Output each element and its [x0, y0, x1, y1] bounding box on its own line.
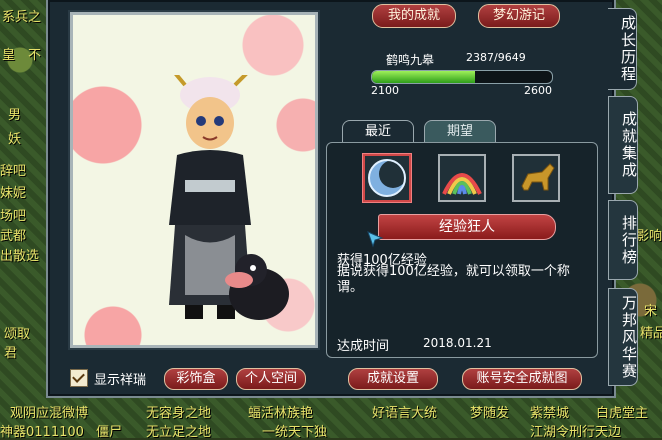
- side-tab-growth[interactable]: 成长历程: [608, 8, 637, 90]
- world-name-label: 男: [8, 108, 22, 123]
- world-chat-line: 白虎堂主: [596, 406, 649, 421]
- world-chat-line: 江湖令刑行天边: [530, 425, 622, 440]
- achievement-slot[interactable]: [438, 154, 486, 202]
- world-name-label: 皇 不: [2, 48, 42, 63]
- rainbow-icon: [442, 173, 482, 195]
- world-chat-line: 僵尸: [96, 425, 123, 440]
- progress-min: 2100: [371, 84, 399, 97]
- progress-value: 2387/9649: [466, 51, 526, 64]
- golden-horse-icon: [521, 163, 555, 191]
- world-name-label: 武都: [0, 229, 27, 244]
- world-chat-line: 蝠活林族艳: [248, 406, 314, 421]
- world-name-label: 宋: [644, 304, 658, 319]
- achievement-name-banner: 经验狂人: [378, 214, 556, 240]
- world-name-label: 颂取: [4, 327, 31, 342]
- achievement-slot[interactable]: [363, 154, 411, 202]
- moon-orb-icon: [368, 159, 407, 197]
- world-chat-line: 观阴应混微博: [10, 406, 89, 421]
- pointer-cursor-icon: [367, 231, 384, 248]
- tab-recent[interactable]: 最近: [342, 120, 414, 143]
- achievement-settings-button[interactable]: 成就设置: [348, 368, 438, 390]
- world-chat-line: 无立足之地: [146, 425, 212, 440]
- world-name-label: 妹妮: [0, 186, 27, 201]
- world-chat-line: 梦随发: [470, 406, 510, 421]
- fantasy-journey-button[interactable]: 梦幻游记: [478, 4, 560, 28]
- personal-space-button[interactable]: 个人空间: [236, 368, 306, 390]
- achievement-description: 据说获得100亿经验，就可以领取一个称谓。: [337, 264, 570, 295]
- world-chat-line: 紫禁城: [530, 406, 570, 421]
- character-portrait: [70, 12, 318, 348]
- world-chat-line: 一统天下独: [262, 425, 328, 440]
- world-name-label: 辞吧: [0, 164, 27, 179]
- world-name-label: 影响: [636, 229, 662, 244]
- progress-bar: [371, 70, 553, 84]
- world-name-label: 妖: [8, 132, 22, 147]
- show-details-label: 显示祥瑞: [94, 373, 147, 388]
- world-name-label: 出散选: [0, 249, 40, 264]
- world-chat-line: 好语言大统: [372, 406, 438, 421]
- world-chat-line: 神器0111100: [0, 425, 84, 440]
- rank-name: 鹤鸣九皋: [386, 53, 435, 67]
- side-tab-contest[interactable]: 万邦风华赛: [608, 288, 638, 386]
- world-name-label: 场吧: [0, 209, 27, 224]
- bird-pet-figure: [225, 254, 289, 320]
- show-details-checkbox[interactable]: [70, 369, 88, 387]
- tab-expected[interactable]: 期望: [424, 120, 496, 144]
- achieved-time-label: 达成时间: [337, 339, 390, 354]
- world-name-label: 精品: [640, 326, 662, 341]
- world-chat-line: 无容身之地: [146, 406, 212, 421]
- achievement-slot[interactable]: [512, 154, 560, 202]
- account-security-button[interactable]: 账号安全成就图: [462, 368, 582, 390]
- my-achievements-button[interactable]: 我的成就: [372, 4, 456, 28]
- costume-box-button[interactable]: 彩饰盒: [164, 368, 228, 390]
- side-tab-collection[interactable]: 成就集成: [608, 96, 638, 194]
- side-tab-ranking[interactable]: 排行榜: [608, 200, 638, 280]
- world-name-label: 系兵之: [2, 10, 42, 25]
- progress-bar-fill: [372, 71, 476, 83]
- achieved-time-value: 2018.01.21: [423, 336, 492, 350]
- world-name-label: 君: [4, 346, 18, 361]
- progress-max: 2600: [524, 84, 552, 97]
